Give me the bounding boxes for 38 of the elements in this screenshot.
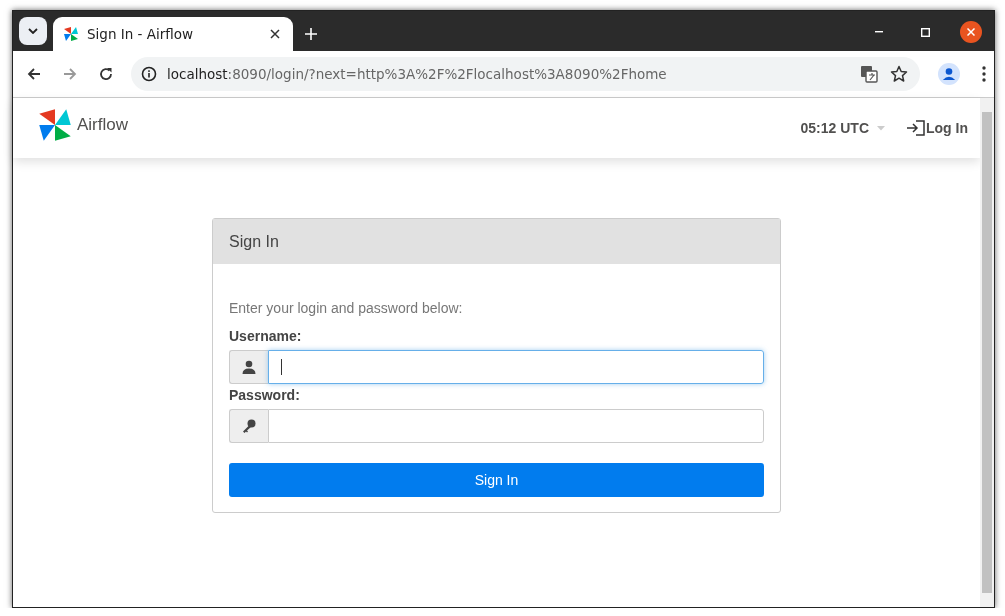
plus-icon [305,28,317,40]
caret-icon [877,125,885,131]
scrollbar[interactable] [980,98,994,607]
more-menu-icon[interactable] [982,66,986,82]
field-label: Password: [229,387,301,403]
chevron-down-icon [28,28,38,34]
star-icon[interactable] [890,65,908,83]
pinwheel-icon [63,26,79,42]
username-field[interactable] [268,350,764,384]
pinwheel-logo-icon [37,107,73,143]
reload-icon[interactable] [99,67,113,81]
browser-tab[interactable]: Sign In - Airflow [53,17,293,51]
field-label: Username: [229,328,303,344]
info-icon [141,66,157,82]
url-path: :8090/login/?next=http%3A%2F%2Flocalhost%3A8090%2Fhome [227,66,667,82]
profile-avatar-icon[interactable] [938,63,960,85]
brand-name[interactable]: Airflow [77,115,128,135]
panel-title: Sign In [213,219,780,264]
translate-icon[interactable] [860,65,878,83]
close-icon [967,28,975,36]
tab-title: Sign In - Airflow [87,26,195,42]
person-icon [242,360,256,374]
url-host: localhost [167,66,228,82]
back-arrow-icon[interactable] [27,67,41,81]
sign-in-button[interactable]: Sign In [229,463,764,497]
minimize-icon [875,31,883,33]
maximize-icon [920,27,930,37]
address-bar[interactable]: localhost:8090/login/?next=http%3A%2F%2Flocalhost%3A8090%2Fhome [131,57,920,91]
password-field[interactable] [268,409,764,443]
close-window-button[interactable] [960,21,982,43]
instruction-text: Enter your login and password below: [229,300,464,316]
tab-search-button[interactable] [19,17,47,45]
sign-in-icon [907,120,925,136]
forward-arrow-icon[interactable] [63,67,77,81]
key-icon [242,419,256,433]
clock-dropdown[interactable]: 05:12 UTC [800,120,885,136]
login-link[interactable]: Log In [907,120,968,136]
close-icon [270,29,280,39]
